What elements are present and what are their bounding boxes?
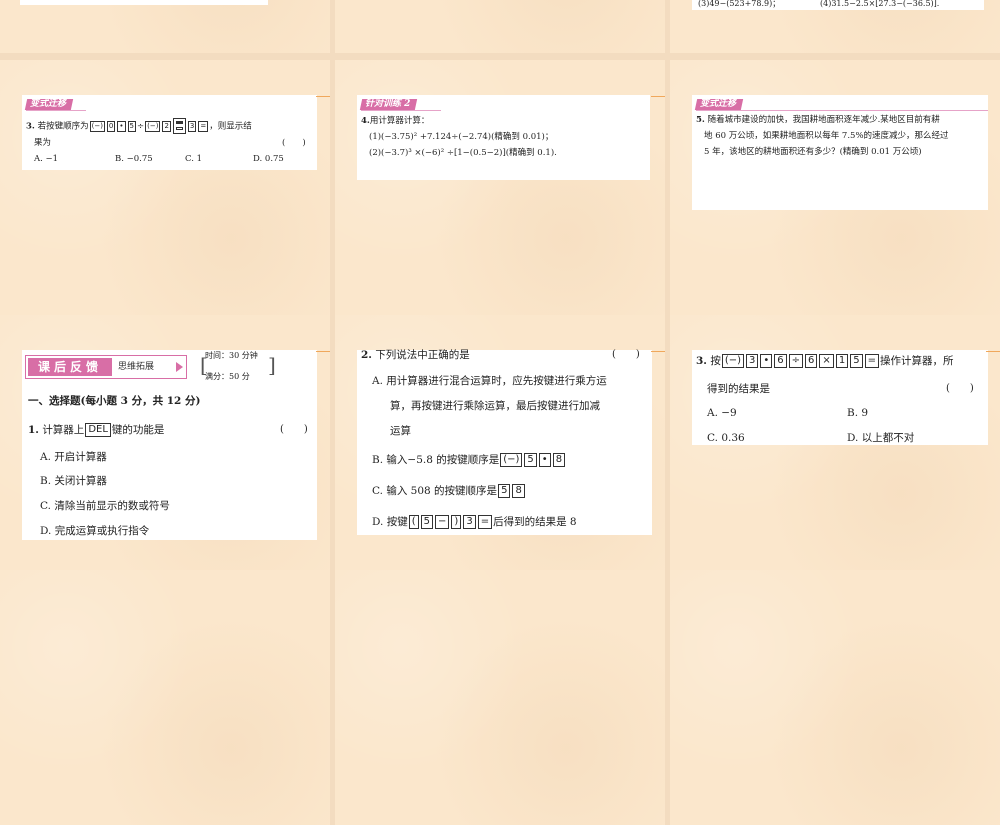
- option-b: B. 关闭计算器: [40, 475, 107, 487]
- arrow-right-icon: [176, 362, 183, 372]
- option-a: A. −9: [707, 407, 737, 419]
- answer-paren: ( ): [282, 138, 306, 148]
- question-5-line3: 5 年，该地区的耕地面积还有多少？(精确到 0.01 万公顷): [704, 147, 922, 157]
- option-c: C. 清除当前显示的数或符号: [40, 500, 170, 512]
- slide-bottom-middle: [335, 570, 665, 825]
- key-equals: =: [477, 515, 493, 529]
- key-5: 5: [524, 453, 537, 467]
- key-3: 3: [463, 515, 476, 529]
- question-3: 3. 若按键顺序为 (−) 0 • 5 ÷ (−) 2 3 = ，则显示结: [26, 118, 252, 134]
- slide-variant-3: 变式迁移 3. 若按键顺序为 (−) 0 • 5 ÷ (−) 2 3 = ，则显示结 果为 ( ) …: [0, 60, 330, 315]
- question-3-line2: 得到的结果是: [707, 383, 770, 395]
- key-3: 3: [746, 354, 759, 368]
- fraction-key-icon: [172, 118, 186, 134]
- bracket-right: ]: [268, 353, 276, 377]
- question-1: 1. 计算器上 DEL 键的功能是: [28, 423, 165, 437]
- key-equals: =: [864, 354, 879, 368]
- option-a-line2: 算，再按键进行乘除运算，最后按键进行加减: [390, 400, 600, 412]
- section-tag: 变式迁移: [24, 99, 74, 110]
- key-5: 5: [420, 515, 434, 529]
- partial-text-b: (4)31.5−2.5×[27.3−(−36.5)].: [820, 0, 940, 8]
- slide-bottom-right: [670, 570, 1000, 825]
- answer-paren: ( ): [946, 383, 974, 394]
- key-equals: =: [198, 120, 209, 132]
- key-0: 0: [106, 120, 116, 132]
- content-card: [20, 0, 268, 5]
- section-heading: 一、选择题(每小题 3 分，共 12 分): [28, 395, 201, 407]
- key-8: 8: [512, 484, 525, 498]
- full-score: 满分：50 分: [205, 372, 250, 381]
- option-a: A. 开启计算器: [40, 451, 107, 463]
- banner-title: 课后反馈: [28, 358, 112, 376]
- slide-top-middle: [335, 0, 665, 53]
- key-dot: •: [538, 453, 551, 467]
- option-c: C. 输入 508 的按键顺序是 5 8: [372, 482, 526, 500]
- key-multiply: ×: [819, 354, 834, 368]
- question-3: 3. 按 (−) 3 • 6 ÷ 6 × 1 5 = 操作计算器，所: [696, 354, 954, 368]
- key-5: 5: [498, 484, 511, 498]
- key-close-paren: ): [451, 515, 462, 529]
- option-b: B. 9: [847, 407, 869, 419]
- question-3-line2: 果为: [34, 138, 52, 148]
- key-negative: (−): [721, 354, 744, 368]
- tag-underline: [696, 110, 988, 111]
- tag-underline: [26, 110, 86, 111]
- tag-underline: [361, 110, 441, 111]
- option-d: D. 0.75: [253, 154, 284, 164]
- key-open-paren: (: [408, 515, 419, 529]
- key-3: 3: [187, 120, 197, 132]
- key-5: 5: [127, 120, 136, 132]
- accent-line: [316, 96, 330, 97]
- question-4: 4.用计算器计算：: [361, 116, 430, 126]
- key-del: DEL: [85, 423, 111, 437]
- section-tag: 针对训练 2: [359, 99, 418, 110]
- option-c: C. 1: [185, 154, 203, 164]
- option-c: C. 0.36: [707, 432, 745, 444]
- slide-bottom-left: [0, 570, 330, 825]
- key-dot: •: [117, 120, 126, 132]
- slide-variant-5: 变式迁移 5. 随着城市建设的加快，我国耕地面积逐年减少.某地区目前有耕 地 6…: [670, 60, 1000, 315]
- accent-line: [986, 351, 1000, 352]
- key-6: 6: [805, 354, 818, 368]
- option-d: D. 以上都不对: [847, 432, 915, 444]
- question-5-line1: 5. 随着城市建设的加快，我国耕地面积逐年减少.某地区目前有耕: [696, 115, 940, 125]
- key-5: 5: [850, 354, 863, 368]
- key-2: 2: [162, 120, 171, 132]
- answer-paren: ( ): [612, 349, 640, 360]
- bracket-left: [: [200, 353, 208, 377]
- slide-top-left: [0, 0, 330, 53]
- banner-subtitle: 思维拓展: [118, 362, 155, 372]
- accent-line: [316, 351, 330, 352]
- key-1: 1: [835, 354, 849, 368]
- option-a: A. −1: [34, 154, 59, 164]
- key-negative: (−): [145, 120, 161, 132]
- question-4-part2: (2)(−3.7)³ ×(−6)² ÷[1−(0.5−2)](精确到 0.1).: [369, 148, 557, 158]
- question-2: 2. 下列说法中正确的是: [361, 349, 470, 361]
- option-d: D. 按键(5−) 3 = 后得到的结果是 8: [372, 515, 577, 529]
- accent-line: [651, 351, 665, 352]
- key-6: 6: [774, 354, 787, 368]
- key-divide: ÷: [788, 354, 804, 368]
- section-tag: 变式迁移: [694, 99, 744, 110]
- option-b: B. −0.75: [115, 154, 153, 164]
- option-d: D. 完成运算或执行指令: [40, 525, 150, 537]
- feedback-banner: 课后反馈 思维拓展: [25, 355, 187, 379]
- accent-line: [651, 96, 665, 97]
- key-negative: (−): [89, 120, 105, 132]
- slide-practice-2: 针对训练 2 4.用计算器计算： (1)(−3.75)² +7.124÷(−2.…: [335, 60, 665, 315]
- key-negative: (−): [500, 453, 523, 467]
- option-b: B. 输入−5.8 的按键顺序是 (−) 5 • 8: [372, 451, 566, 469]
- answer-paren: ( ): [280, 424, 308, 435]
- question-4-part1: (1)(−3.75)² +7.124÷(−2.74)(精确到 0.01)；: [369, 132, 554, 142]
- partial-text-a: (3)49−(523+78.9)；: [698, 0, 781, 8]
- key-dot: •: [760, 354, 773, 368]
- time-limit: 时间：30 分钟: [205, 351, 258, 360]
- key-minus: −: [435, 515, 450, 529]
- option-a-line1: A. 用计算器进行混合运算时，应先按键进行乘方运: [372, 375, 607, 387]
- option-a-line3: 运算: [390, 425, 411, 437]
- slide-top-right: (3)49−(523+78.9)； (4)31.5−2.5×[27.3−(−36…: [670, 0, 1000, 53]
- key-8: 8: [552, 453, 566, 467]
- question-5-line2: 地 60 万公顷，如果耕地面积以每年 7.5%的速度减少，那么经过: [704, 131, 949, 141]
